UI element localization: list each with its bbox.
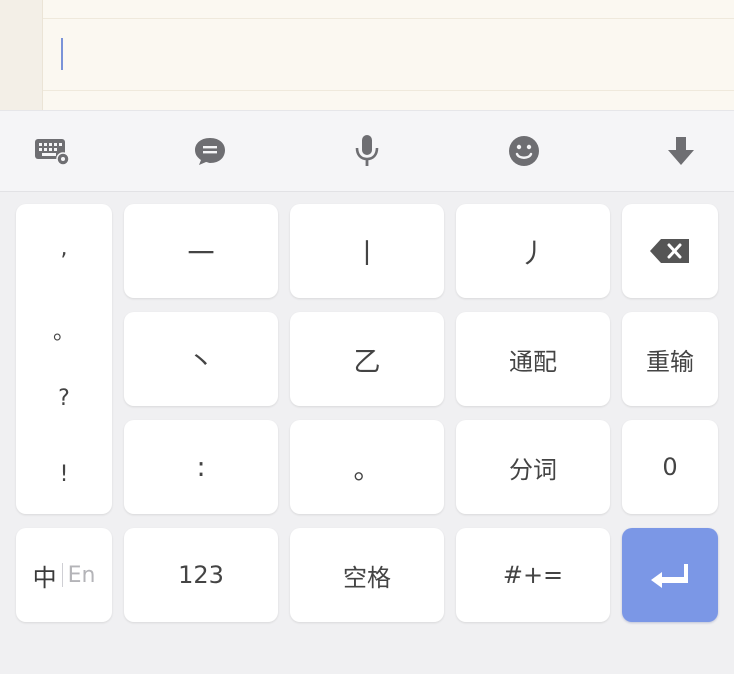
editor-gutter [0, 0, 43, 110]
language-switch-key[interactable]: 中 En [16, 528, 112, 622]
keyboard-settings-icon [35, 139, 70, 166]
stroke-vertical-key[interactable]: 丨 [290, 204, 444, 298]
stroke-dot-key[interactable]: 丶 [124, 312, 278, 406]
text-caret [61, 38, 63, 70]
stroke-left-falling-key[interactable]: 丿 [456, 204, 610, 298]
stroke-turning-key[interactable]: 乙 [290, 312, 444, 406]
collapse-keyboard-icon [668, 137, 694, 165]
colon-key[interactable]: : [124, 420, 278, 514]
stroke-horizontal-key[interactable]: 一 [124, 204, 278, 298]
keyboard-toolbar [0, 110, 734, 192]
zero-key[interactable]: 0 [622, 420, 718, 514]
emoji-icon [509, 136, 539, 166]
text-editor[interactable] [0, 0, 734, 110]
punctuation-panel: , 。 ? ! [16, 204, 112, 514]
emoji-button[interactable] [502, 131, 546, 171]
punct-period-key[interactable]: 。 [16, 314, 112, 346]
hide-keyboard-button[interactable] [659, 131, 703, 171]
retype-key[interactable]: 重输 [622, 312, 718, 406]
numbers-key[interactable]: 123 [124, 528, 278, 622]
period-key[interactable]: 。 [290, 420, 444, 514]
punct-question-key[interactable]: ? [16, 386, 112, 411]
split-word-key[interactable]: 分词 [456, 420, 610, 514]
backspace-key[interactable] [622, 204, 718, 298]
lang-zh-label: 中 [32, 563, 57, 592]
lang-en-label: En [67, 562, 96, 588]
microphone-icon [355, 135, 379, 166]
editor-line [43, 90, 734, 91]
wildcard-key[interactable]: 通配 [456, 312, 610, 406]
lang-divider [61, 563, 63, 587]
punct-comma-key[interactable]: , [16, 236, 112, 261]
space-key[interactable]: 空格 [290, 528, 444, 622]
backspace-icon [650, 239, 689, 263]
symbols-key[interactable]: #+= [456, 528, 610, 622]
enter-return-icon [651, 564, 688, 588]
editor-line [43, 18, 734, 19]
voice-input-button[interactable] [345, 131, 389, 171]
chat-bubble-icon [195, 138, 225, 165]
chat-button[interactable] [188, 131, 232, 171]
keyboard-settings-button[interactable] [30, 131, 74, 171]
punct-exclaim-key[interactable]: ! [16, 462, 112, 487]
enter-key[interactable] [622, 528, 718, 622]
